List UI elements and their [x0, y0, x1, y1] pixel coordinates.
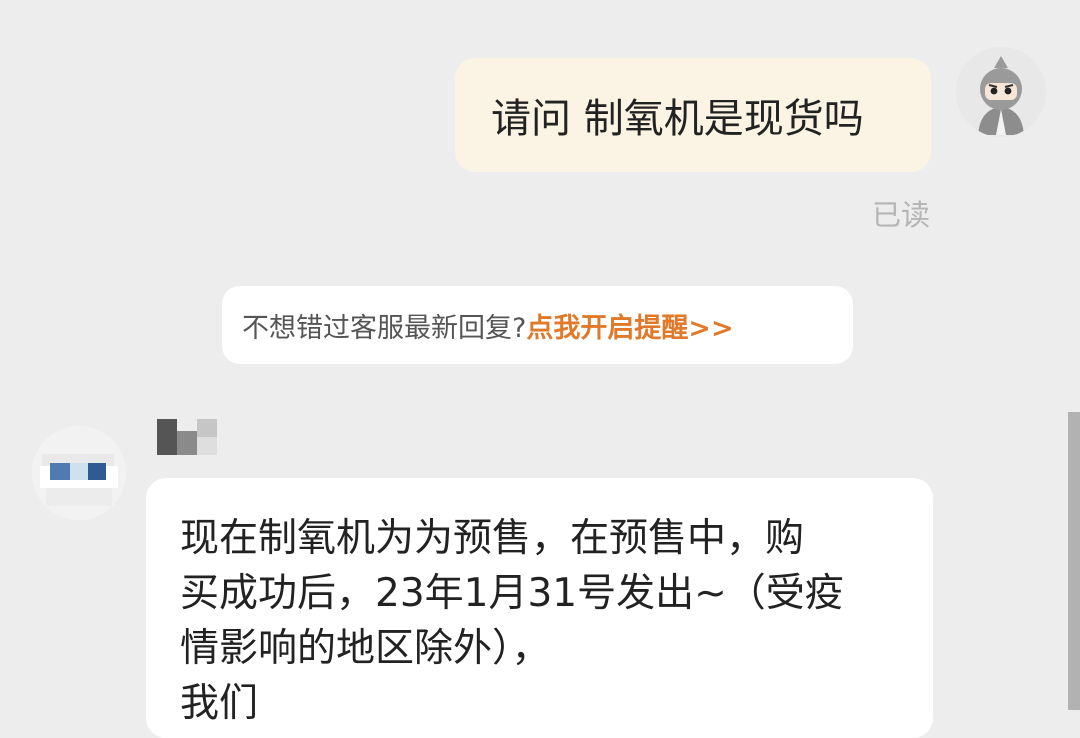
enable-reminder-link[interactable]: 点我开启提醒>> [526, 306, 733, 345]
incoming-message-line: 情影响的地区除外）， [180, 626, 551, 671]
user-avatar-icon[interactable] [956, 47, 1046, 137]
scrollbar[interactable] [1068, 412, 1080, 710]
incoming-message-bubble[interactable]: 现在制氧机为为预售，在预售中，购 买成功后，23年1月31号发出~（受疫 情影响… [146, 478, 933, 738]
reminder-notice-text: 不想错过客服最新回复? [242, 312, 527, 344]
agent-name-pixelated [157, 417, 217, 455]
incoming-message-line: 现在制氧机为为预售，在预售中，购 [180, 516, 805, 561]
outgoing-message-bubble[interactable]: 请问 制氧机是现货吗 [455, 58, 931, 172]
outgoing-message-text: 请问 制氧机是现货吗 [491, 96, 864, 142]
reminder-notice: 不想错过客服最新回复? 点我开启提醒>> [222, 286, 853, 364]
incoming-message-line: 买成功后，23年1月31号发出~（受疫 [180, 571, 844, 616]
incoming-message-line: 我们 [180, 681, 259, 726]
read-status-label: 已读 [871, 198, 930, 232]
agent-avatar-icon[interactable] [32, 426, 126, 520]
